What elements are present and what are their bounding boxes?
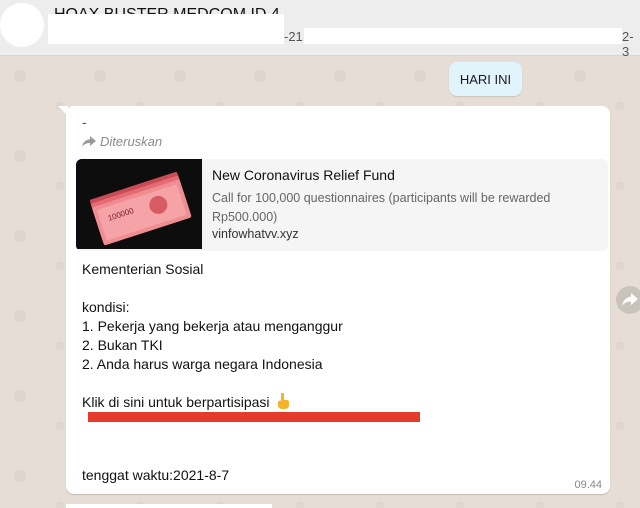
next-message-edge: [66, 504, 272, 508]
link-preview[interactable]: 100000 New Coronavirus Relief Fund Call …: [76, 159, 608, 251]
body-line: 2. Anda harus warga negara Indonesia: [82, 356, 323, 372]
share-button[interactable]: [616, 286, 640, 314]
sender-name: -: [82, 114, 87, 130]
body-line: 1. Pekerja yang bekerja atau menganggur: [82, 318, 343, 334]
link-preview-title: New Coronavirus Relief Fund: [212, 167, 395, 183]
body-line: Kementerian Sosial: [82, 261, 204, 277]
redaction-block: [304, 28, 622, 44]
redaction-block: [48, 14, 284, 44]
message-time: 09.44: [574, 479, 602, 491]
share-icon: [622, 293, 638, 306]
forwarded-text: Diteruskan: [100, 134, 163, 149]
body-line: 2. Bukan TKI: [82, 337, 163, 353]
subtitle-fragment: 2-3: [622, 29, 634, 59]
forward-arrow-icon: [82, 135, 96, 147]
message-bubble[interactable]: - Diteruskan 100000 New Coronavirus Reli…: [66, 106, 610, 494]
link-preview-thumbnail: 100000: [76, 159, 202, 249]
pointing-down-emoji: [277, 393, 289, 409]
link-preview-description: Call for 100,000 questionnaires (partici…: [212, 191, 551, 224]
redaction-bar: [88, 412, 420, 422]
deadline-text: tenggat waktu:2021-8-7: [82, 467, 230, 483]
chat-header[interactable]: HOAX BUSTER MEDCOM.ID 4 -21 2-3: [0, 0, 640, 59]
message-body: Kementerian Sosial kondisi: 1. Pekerja y…: [82, 260, 582, 412]
body-line: kondisi:: [82, 299, 130, 315]
forwarded-label: Diteruskan: [82, 134, 162, 149]
date-chip: HARI INI: [449, 62, 522, 96]
avatar[interactable]: [0, 3, 44, 47]
link-preview-domain: vinfowhatvv.xyz: [212, 227, 299, 241]
subtitle-fragment: -21: [284, 29, 303, 44]
